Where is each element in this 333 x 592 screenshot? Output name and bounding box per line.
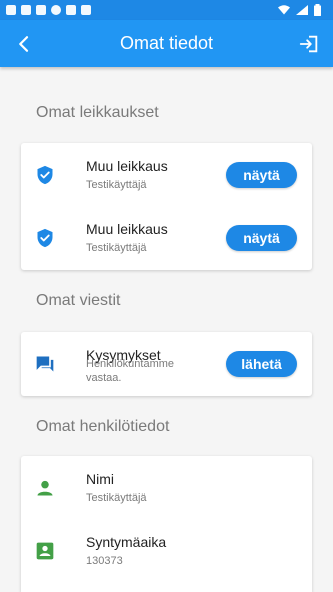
battery-icon: [314, 4, 321, 16]
item-subtitle: Henkilökuntamme vastaa.: [86, 358, 175, 384]
mail-icon: [36, 5, 46, 15]
item-subtitle: Testikäyttäjä: [86, 179, 147, 191]
chat-icon: [36, 356, 54, 372]
surgeries-card: Muu leikkaus Testikäyttäjä näytä Muu lei…: [21, 143, 312, 270]
item-title: Syntymäaika: [86, 534, 167, 550]
item-subtitle: Testikäyttäjä: [86, 242, 147, 254]
show-button[interactable]: näytä: [226, 225, 297, 251]
list-item: Kysymykset Henkilökuntamme vastaa. lähet…: [21, 332, 312, 396]
item-title: Muu leikkaus: [86, 158, 168, 174]
logout-button[interactable]: [295, 30, 323, 58]
item-title: Nimi: [86, 471, 114, 487]
messages-card: Kysymykset Henkilökuntamme vastaa. lähet…: [21, 332, 312, 396]
person-icon: [37, 480, 53, 496]
app-bar: Omat tiedot: [0, 20, 333, 67]
list-item: Muu leikkaus Testikäyttäjä näytä: [21, 143, 312, 207]
show-button[interactable]: näytä: [226, 162, 297, 188]
item-subtitle: Testikäyttäjä: [86, 492, 147, 504]
section-title-messages: Omat viestit: [36, 292, 121, 309]
status-bar: [0, 0, 333, 20]
signal-icon: [296, 5, 308, 15]
section-title-surgeries: Omat leikkaukset: [36, 104, 159, 121]
gear-icon: [6, 5, 16, 15]
status-right: [278, 4, 327, 16]
list-item: Nimi Testikäyttäjä: [21, 456, 312, 520]
shield-check-icon: [37, 228, 53, 248]
shield-check-icon: [37, 165, 53, 185]
send-button[interactable]: lähetä: [226, 351, 297, 377]
item-subtitle: 130373: [86, 555, 123, 567]
list-item: Muu leikkaus Testikäyttäjä näytä: [21, 206, 312, 270]
status-icons: [6, 5, 91, 15]
check-icon: [81, 5, 91, 15]
wifi-icon: [278, 5, 290, 15]
item-title: Muu leikkaus: [86, 221, 168, 237]
contact-card-icon: [36, 542, 54, 560]
list-item: Syntymäaika 130373: [21, 519, 312, 583]
sd-icon: [66, 5, 76, 15]
exit-icon: [299, 35, 318, 53]
mail-icon: [21, 5, 31, 15]
circle-icon: [51, 5, 61, 15]
section-title-personal: Omat henkilötiedot: [36, 418, 170, 435]
page-title: Omat tiedot: [119, 33, 214, 53]
personal-card: Nimi Testikäyttäjä Syntymäaika 130373: [21, 456, 312, 592]
